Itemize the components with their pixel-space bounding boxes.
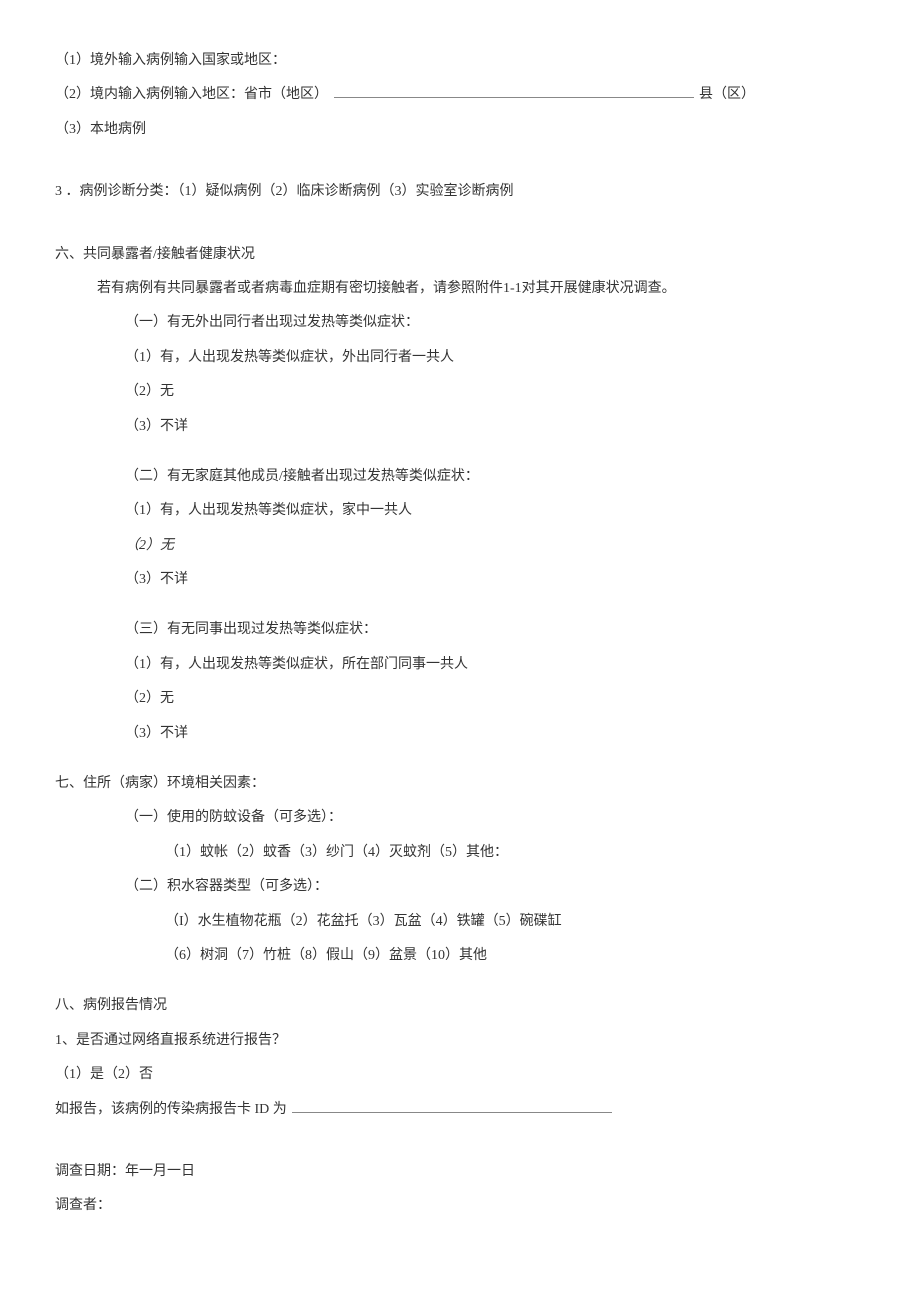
s6-q1-opt3: （3）不详	[55, 416, 865, 438]
s7-q2-opts-b: （6）树洞（7）竹桩（8）假山（9）盆景（10）其他	[55, 945, 865, 967]
s7-q2: （二）积水容器类型（可多选）：	[55, 876, 865, 898]
s6-q2-opt3: （3）不详	[55, 569, 865, 591]
s6-q3-opt1: （1）有，人出现发热等类似症状，所在部门同事一共人	[55, 654, 865, 676]
item-1-2: （2）境内输入病例输入地区：省市（地区） 县（区）	[55, 84, 865, 106]
section-8-header: 八、病例报告情况	[55, 995, 865, 1017]
surveyor: 调查者：	[55, 1195, 865, 1217]
s8-report-id: 如报告，该病例的传染病报告卡 ID 为	[55, 1099, 865, 1121]
s8-report-id-label: 如报告，该病例的传染病报告卡 ID 为	[55, 1102, 290, 1117]
section-7-header: 七、住所（病家）环境相关因素：	[55, 773, 865, 795]
s7-q2-opts-a: （I）水生植物花瓶（2）花盆托（3）瓦盆（4）铁罐（5）碗碟缸	[55, 911, 865, 933]
item-1-3: （3）本地病例	[55, 119, 865, 141]
text-1-2a: （2）境内输入病例输入地区：省市（地区）	[55, 87, 332, 102]
s6-q1: （一）有无外出同行者出现过发热等类似症状：	[55, 312, 865, 334]
s6-q3-opt3: （3）不详	[55, 723, 865, 745]
text-1-2b: 县（区）	[699, 87, 755, 102]
s8-q1: 1、是否通过网络直报系统进行报告？	[55, 1030, 865, 1052]
section-6-header: 六、共同暴露者/接触者健康状况	[55, 244, 865, 266]
s6-q1-opt2: （2）无	[55, 381, 865, 403]
s6-q2-opt1: （1）有，人出现发热等类似症状，家中一共人	[55, 500, 865, 522]
s6-q3: （三）有无同事出现过发热等类似症状：	[55, 619, 865, 641]
s7-q1: （一）使用的防蚊设备（可多选）：	[55, 807, 865, 829]
survey-date: 调查日期：年一月一日	[55, 1161, 865, 1183]
blank-province[interactable]	[334, 84, 694, 98]
item-3: 3 ．病例诊断分类：（1）疑似病例（2）临床诊断病例（3）实验室诊断病例	[55, 181, 865, 203]
s7-q1-opts: （1）蚊帐（2）蚊香（3）纱门（4）灭蚊剂（5）其他：	[55, 842, 865, 864]
section-6-intro: 若有病例有共同暴露者或者病毒血症期有密切接触者，请参照附件1-1对其开展健康状况…	[55, 278, 865, 300]
s6-q2: （二）有无家庭其他成员/接触者出现过发热等类似症状：	[55, 466, 865, 488]
item-1-1: （1）境外输入病例输入国家或地区：	[55, 50, 865, 72]
s8-q1-opts: （1）是（2）否	[55, 1064, 865, 1086]
s6-q2-opt2: （2）无	[55, 535, 865, 557]
s6-q3-opt2: （2）无	[55, 688, 865, 710]
blank-report-id[interactable]	[292, 1099, 612, 1113]
s6-q1-opt1: （1）有，人出现发热等类似症状，外出同行者一共人	[55, 347, 865, 369]
